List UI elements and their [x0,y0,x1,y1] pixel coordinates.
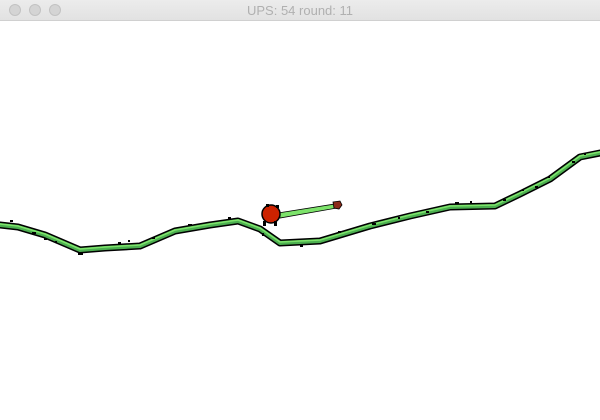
player-leg-right [274,221,277,226]
round-label: round: [299,3,336,18]
game-window: UPS: 54 round: 11 [0,0,600,420]
window-title: UPS: 54 round: 11 [0,3,600,19]
player-ear-left [266,204,269,207]
terrain-outline [0,149,600,254]
player-leg-left [263,221,266,226]
ups-label: UPS: [246,3,278,18]
aim-target-marker [332,200,343,210]
terrain [0,149,600,255]
ups-value: 54 [280,3,296,18]
game-scene[interactable] [0,21,600,420]
game-canvas[interactable] [0,21,600,420]
round-value: 11 [339,3,354,18]
player-creature[interactable] [261,204,281,226]
aim-line [277,203,338,219]
player-ear-right [276,205,279,208]
aim-indicator [277,200,343,219]
title-bar[interactable]: UPS: 54 round: 11 [0,0,600,21]
